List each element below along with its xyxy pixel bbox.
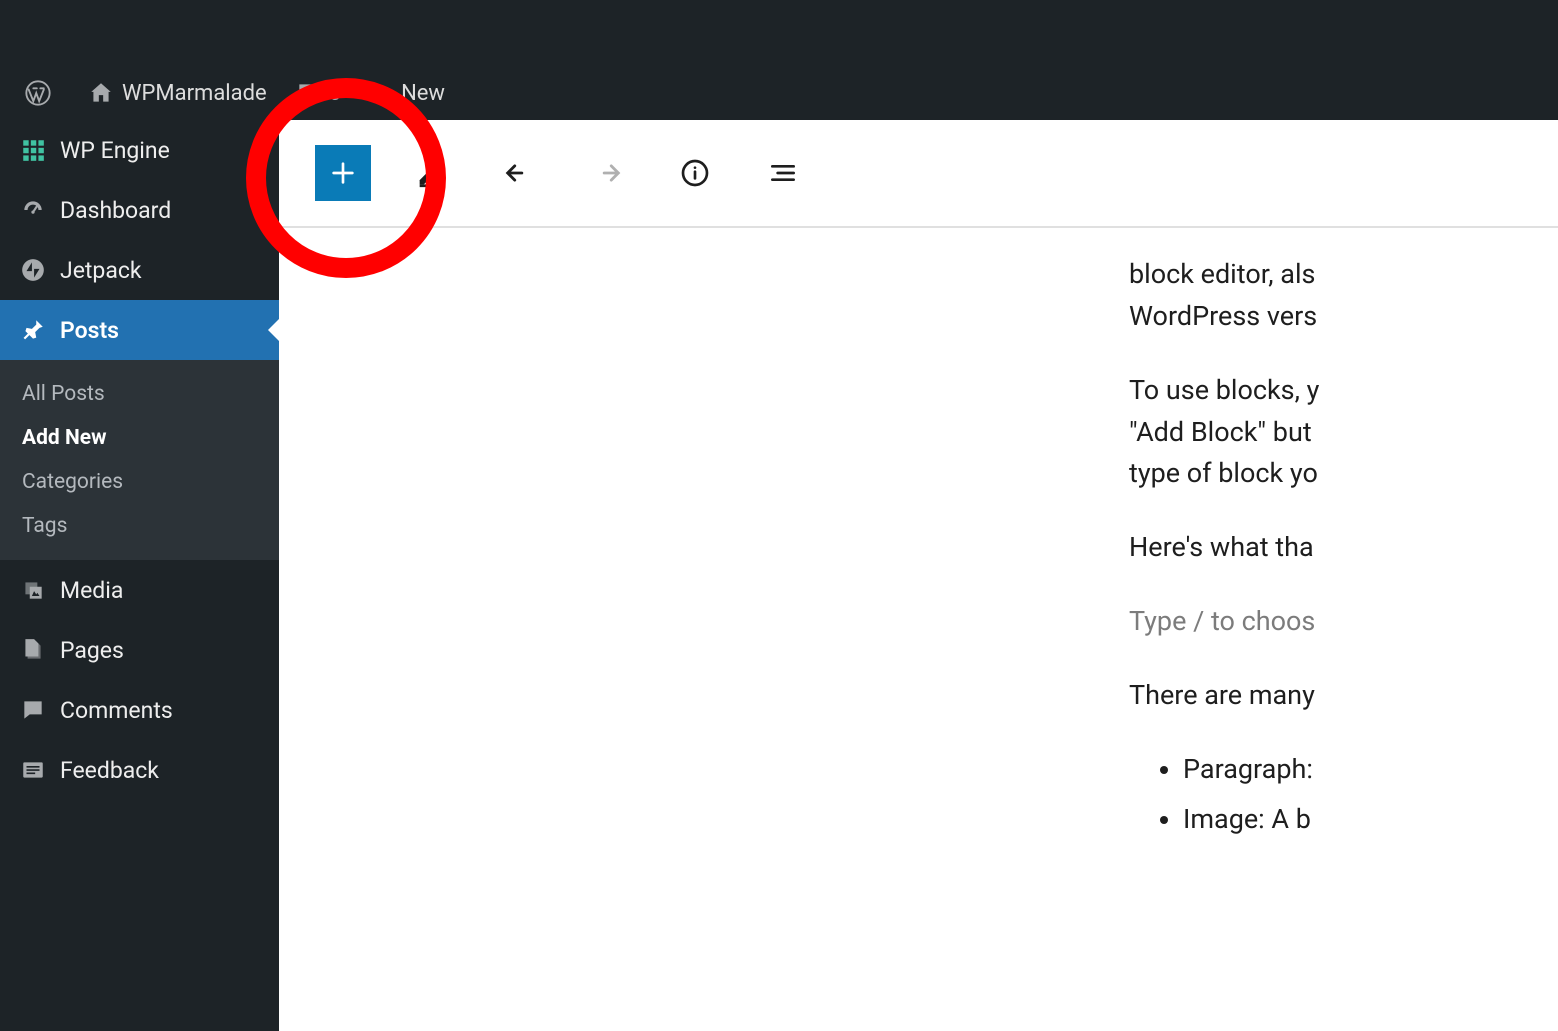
submenu-add-new[interactable]: Add New — [0, 416, 279, 460]
admin-sidebar: WP Engine Dashboard Jetpack Posts All Po… — [0, 120, 279, 1031]
sidebar-item-dashboard[interactable]: Dashboard — [0, 180, 279, 240]
content-list[interactable]: Paragraph: Image: A b — [1129, 749, 1558, 841]
wordpress-icon — [24, 79, 52, 107]
submenu-categories[interactable]: Categories — [0, 460, 279, 504]
sidebar-item-label: Posts — [60, 317, 119, 344]
sidebar-item-label: Dashboard — [60, 197, 171, 224]
submenu-tags[interactable]: Tags — [0, 504, 279, 548]
block-editor: block editor, als WordPress vers To use … — [279, 120, 1558, 1031]
undo-button[interactable] — [491, 145, 547, 201]
sidebar-item-label: WP Engine — [60, 137, 170, 164]
comment-icon — [295, 80, 321, 106]
new-label: New — [401, 81, 445, 106]
site-name-menu[interactable]: WPMarmalade — [74, 66, 281, 120]
jetpack-icon — [20, 257, 60, 283]
sidebar-item-label: Pages — [60, 637, 124, 664]
list-item[interactable]: Image: A b — [1183, 799, 1558, 841]
sidebar-item-label: Jetpack — [60, 257, 142, 284]
site-name-label: WPMarmalade — [122, 81, 267, 106]
block-placeholder[interactable]: Type / to choos — [1129, 601, 1558, 643]
sidebar-item-label: Comments — [60, 697, 173, 724]
feedback-icon — [20, 757, 60, 783]
submenu-all-posts[interactable]: All Posts — [0, 372, 279, 416]
home-icon — [88, 80, 114, 106]
comments-icon — [20, 697, 60, 723]
new-content-menu[interactable]: New — [355, 66, 459, 120]
sidebar-item-media[interactable]: Media — [0, 560, 279, 620]
wpengine-icon — [20, 137, 60, 163]
posts-submenu: All Posts Add New Categories Tags — [0, 360, 279, 560]
add-block-button[interactable] — [315, 145, 371, 201]
pin-icon — [20, 317, 60, 343]
editor-toolbar — [279, 120, 1558, 228]
media-icon — [20, 577, 60, 603]
wordpress-logo-menu[interactable] — [10, 66, 74, 120]
sidebar-item-posts[interactable]: Posts — [0, 300, 279, 360]
sidebar-item-feedback[interactable]: Feedback — [0, 740, 279, 800]
outline-button[interactable] — [755, 145, 811, 201]
sidebar-item-label: Feedback — [60, 757, 159, 784]
comments-count: 0 — [329, 81, 341, 106]
content-paragraph[interactable]: To use blocks, y "Add Block" but type of… — [1129, 370, 1558, 496]
list-item[interactable]: Paragraph: — [1183, 749, 1558, 791]
content-paragraph[interactable]: There are many — [1129, 675, 1558, 717]
content-paragraph[interactable]: Here's what tha — [1129, 527, 1558, 569]
sidebar-item-pages[interactable]: Pages — [0, 620, 279, 680]
sidebar-item-comments[interactable]: Comments — [0, 680, 279, 740]
sidebar-item-jetpack[interactable]: Jetpack — [0, 240, 279, 300]
admin-bar: WPMarmalade 0 New — [0, 66, 1558, 120]
details-button[interactable] — [667, 145, 723, 201]
sidebar-item-label: Media — [60, 577, 123, 604]
plus-icon — [369, 81, 393, 105]
sidebar-item-wpengine[interactable]: WP Engine — [0, 120, 279, 180]
dashboard-icon — [20, 197, 60, 223]
pages-icon — [20, 637, 60, 663]
content-paragraph[interactable]: block editor, als WordPress vers — [1129, 254, 1558, 338]
tools-button[interactable] — [403, 145, 459, 201]
editor-content[interactable]: block editor, als WordPress vers To use … — [279, 228, 1558, 848]
comments-menu[interactable]: 0 — [281, 66, 355, 120]
redo-button[interactable] — [579, 145, 635, 201]
